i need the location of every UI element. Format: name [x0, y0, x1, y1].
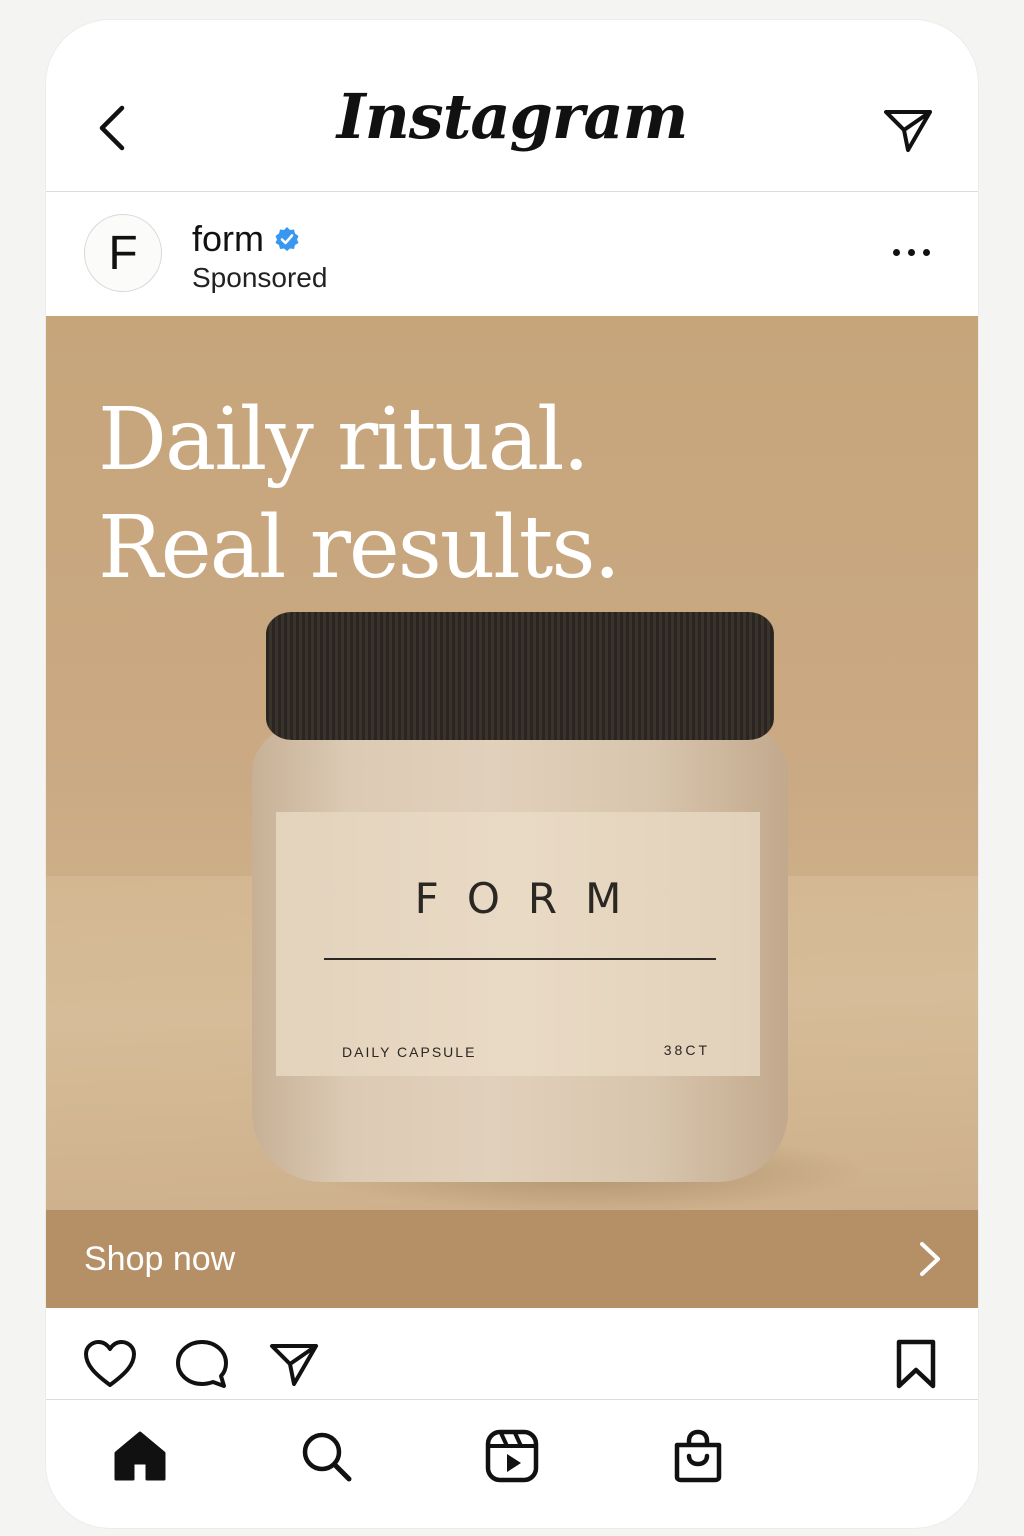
app-logo: Instagram — [336, 80, 689, 153]
jar-product-name: DAILY CAPSULE — [342, 1044, 477, 1060]
top-bar: Instagram — [46, 20, 978, 192]
chevron-right-icon — [920, 1242, 940, 1276]
nav-search[interactable] — [296, 1426, 356, 1486]
ad-image[interactable]: Daily ritual. Real results. FORM DAILY C… — [46, 316, 978, 1210]
ad-headline-line2: Real results. — [98, 498, 621, 598]
share-button[interactable] — [266, 1336, 322, 1392]
jar-count: 38CT — [663, 1042, 710, 1058]
ellipsis-dot — [922, 248, 930, 256]
ellipsis-icon — [892, 248, 900, 256]
sponsored-label: Sponsored — [192, 262, 328, 293]
heart-icon — [84, 1340, 136, 1387]
post-actions — [46, 1308, 978, 1400]
jar-label-divider — [324, 958, 716, 960]
product-jar: FORM DAILY CAPSULE 38CT — [250, 612, 870, 1210]
comment-icon — [176, 1340, 228, 1388]
ad-headline-line1: Daily ritual. — [98, 390, 590, 490]
ellipsis-dot — [907, 248, 915, 256]
nav-reels[interactable] — [482, 1426, 542, 1486]
paper-plane-icon — [270, 1344, 318, 1386]
shop-now-button[interactable]: Shop now — [46, 1210, 978, 1308]
direct-message-button[interactable] — [878, 102, 938, 158]
ad-headline: Daily ritual. Real results. — [98, 386, 621, 602]
home-icon — [114, 1431, 166, 1481]
bottom-navigation — [46, 1400, 978, 1528]
account-name-link[interactable]: form — [192, 218, 300, 260]
jar-lid — [266, 612, 774, 740]
reels-icon — [485, 1429, 539, 1483]
jar-label: FORM DAILY CAPSULE 38CT — [276, 812, 760, 1076]
comment-button[interactable] — [174, 1336, 230, 1392]
post-header: F form Sponsored — [46, 192, 978, 316]
nav-home[interactable] — [110, 1426, 170, 1486]
nav-shop[interactable] — [668, 1426, 728, 1486]
like-button[interactable] — [82, 1336, 138, 1392]
account-name: form — [192, 218, 264, 259]
search-icon — [302, 1432, 352, 1482]
paper-plane-icon — [884, 110, 932, 152]
save-button[interactable] — [888, 1336, 944, 1392]
jar-brand: FORM — [414, 874, 650, 923]
more-options-button[interactable] — [882, 232, 940, 272]
cta-label: Shop now — [84, 1240, 236, 1278]
phone-frame: Instagram F form Sponsored Daily ritual.… — [46, 20, 978, 1528]
bookmark-icon — [896, 1339, 936, 1389]
avatar[interactable]: F — [84, 214, 162, 292]
verified-badge-icon — [275, 227, 299, 251]
shop-icon — [674, 1429, 722, 1483]
